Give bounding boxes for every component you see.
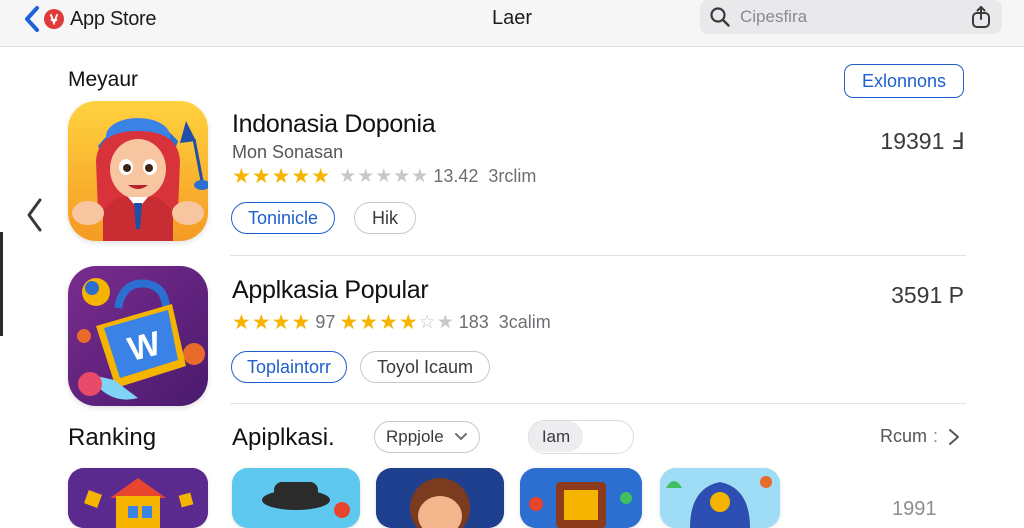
- back-button[interactable]: App Store: [22, 5, 157, 33]
- ranking-app-thumbnail[interactable]: [660, 468, 780, 528]
- search-box[interactable]: [700, 0, 1002, 34]
- ranking-app-thumbnail[interactable]: [232, 468, 360, 528]
- window-edge-bar: [0, 232, 3, 336]
- app-price[interactable]: 19391 Ⅎ: [860, 128, 964, 155]
- ranking-app-thumbnail[interactable]: [68, 468, 208, 528]
- tag-secondary-button[interactable]: Hik: [354, 202, 416, 234]
- rating-stars-filled: ★★★★: [232, 311, 312, 334]
- tag-secondary-button[interactable]: Toyol Icaum: [360, 351, 490, 383]
- rating-count: 13.42: [433, 166, 479, 186]
- category-dropdown[interactable]: Rppjole: [374, 421, 480, 453]
- app-icon-shopping-bag[interactable]: W: [68, 266, 208, 406]
- tag-primary-button[interactable]: Toninicle: [231, 202, 335, 234]
- rating-value: 97: [315, 312, 336, 332]
- tag-primary-button[interactable]: Toplaintorr: [231, 351, 347, 383]
- top-bar: App Store Laer: [0, 0, 1024, 47]
- carousel-left-chevron-icon[interactable]: [24, 196, 46, 234]
- ranking-title: Ranking: [68, 424, 157, 451]
- toggle-knob: Iam: [529, 421, 583, 452]
- rating-count: 183: [458, 312, 489, 332]
- rating-stars-empty: ☆★: [418, 312, 455, 333]
- rating-stars-empty: ★★★★★: [339, 166, 430, 187]
- arrow-right-icon: [949, 428, 960, 445]
- divider: [230, 403, 966, 404]
- chevron-down-icon: [454, 433, 467, 441]
- divider: [230, 255, 966, 256]
- search-icon: [710, 7, 730, 27]
- app-size: 3rclim: [488, 166, 537, 186]
- see-all-link[interactable]: Rcum :: [880, 426, 964, 447]
- rating-stars-filled: ★★★★★: [232, 165, 332, 188]
- app-developer: Mon Sonasan: [232, 142, 344, 162]
- app-name[interactable]: Indonasia Doponia: [232, 110, 436, 139]
- rating-row: ★★★★ 97 ★★★★ ☆★ 183 3calim: [232, 310, 551, 335]
- back-label: App Store: [70, 7, 157, 30]
- toggle-label: Iam: [541, 426, 571, 446]
- segment-toggle[interactable]: Iam: [528, 420, 634, 454]
- see-all-label: Rcum: [880, 426, 928, 446]
- app-size: 3calim: [498, 312, 551, 332]
- dropdown-value: Rppjole: [386, 427, 444, 446]
- app-price[interactable]: 3591 P: [860, 282, 964, 309]
- ranking-app-thumbnail[interactable]: [376, 468, 504, 528]
- rating-row: ★★★★★ ★★★★★ 13.42 3rclim: [232, 164, 536, 189]
- app-name[interactable]: Applkasia Popular: [232, 276, 429, 305]
- section-title: Meyaur: [68, 68, 139, 91]
- share-icon[interactable]: [970, 5, 992, 29]
- app-store-logo-icon: [44, 9, 64, 29]
- app-icon-character[interactable]: [68, 101, 208, 241]
- chevron-left-icon: [25, 6, 39, 32]
- ranking-price: 1991: [892, 498, 937, 520]
- search-input[interactable]: [740, 7, 960, 27]
- rating-stars-filled: ★★★★: [339, 311, 419, 334]
- ranking-app-thumbnail[interactable]: [520, 468, 642, 528]
- explore-button[interactable]: Exlonnons: [844, 64, 964, 98]
- ranking-subtitle: Apiplkasi.: [232, 424, 335, 451]
